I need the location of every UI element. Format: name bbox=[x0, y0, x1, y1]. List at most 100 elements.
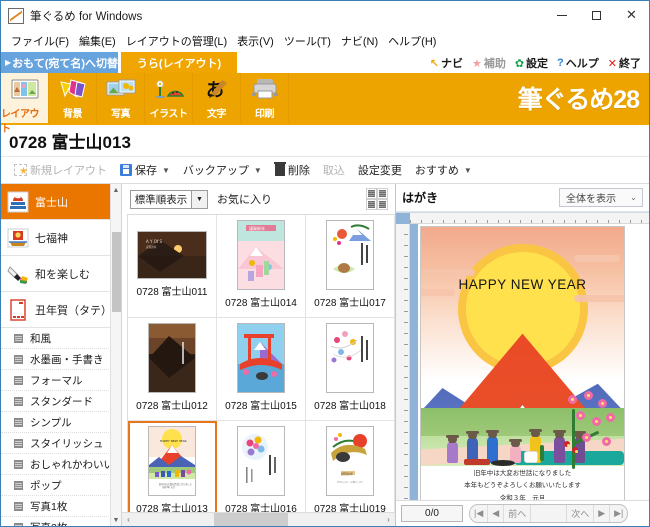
ribbon-tab-illustration[interactable]: イラスト bbox=[145, 73, 193, 123]
save-button[interactable]: 保存 ▼ bbox=[115, 160, 175, 180]
delete-button[interactable]: 削除 bbox=[270, 160, 315, 180]
scroll-up-icon[interactable]: ▲ bbox=[111, 184, 121, 196]
page-navigation-bar: 0/0 |◀ ◀ 前へ 次へ ▶ ▶| bbox=[396, 500, 649, 526]
preview-canvas[interactable]: HAPPY NEW YEAR 旧年中は大変お世話になりました 本年もどうぞよろし… bbox=[396, 212, 649, 500]
ribbon-tab-photo[interactable]: 写真 bbox=[97, 73, 145, 123]
sidebar-sub-standard[interactable]: スタンダード bbox=[1, 391, 121, 412]
favorites-link[interactable]: お気に入り bbox=[217, 191, 272, 207]
chevron-down-icon[interactable]: ⌄ bbox=[625, 193, 642, 202]
menu-layout-manage[interactable]: レイアウトの管理(L) bbox=[121, 31, 232, 51]
sidebar-sub-label: 写真1枚 bbox=[30, 500, 68, 513]
canvas-left-rail bbox=[410, 224, 418, 500]
thumbnail-cell[interactable]: A Y Of S 謹賀新年 0728 富士山011 bbox=[128, 215, 217, 318]
next-page-arrow-icon[interactable]: ▶ bbox=[594, 505, 611, 522]
sort-order-select[interactable]: 標準順表示 ▼ bbox=[130, 189, 208, 209]
sidebar-sub-label: おしゃれかわいい bbox=[30, 458, 114, 471]
sidebar-sub-photo1[interactable]: 写真1枚 bbox=[1, 496, 121, 517]
chevron-down-icon[interactable]: ▼ bbox=[162, 166, 170, 175]
page-nav-group: |◀ ◀ 前へ 次へ ▶ ▶| bbox=[469, 504, 629, 523]
navi-button[interactable]: ↖ ナビ bbox=[430, 55, 463, 71]
sidebar-item-fuji[interactable]: 富士山 bbox=[1, 184, 121, 220]
zoom-select[interactable]: 全体を表示 ⌄ bbox=[559, 188, 643, 207]
new-layout-button[interactable]: ★ 新規レイアウト bbox=[9, 160, 112, 180]
preview-header: はがき 全体を表示 ⌄ bbox=[396, 184, 649, 212]
sidebar-sub-wafu[interactable]: 和風 bbox=[1, 328, 121, 349]
sidebar-sub-stylish[interactable]: スタイリッシュ bbox=[1, 433, 121, 454]
backup-button[interactable]: バックアップ ▼ bbox=[178, 160, 267, 180]
thumbnail-image: HAPPY NEW YEAR 旧年中は大変お世話になりました 令和3年 元旦 bbox=[148, 426, 196, 496]
vertical-ruler bbox=[396, 224, 410, 500]
ribbon-tab-text[interactable]: あ 文字 bbox=[193, 73, 241, 123]
printer-icon bbox=[250, 76, 280, 104]
import-button[interactable]: 取込 bbox=[318, 160, 350, 180]
ribbon-tab-illustration-label: イラスト bbox=[149, 109, 188, 120]
postcard-preview[interactable]: HAPPY NEW YEAR 旧年中は大変お世話になりました 本年もどうぞよろし… bbox=[420, 226, 625, 500]
sidebar-item-shichifukujin[interactable]: 七福神 bbox=[1, 220, 121, 256]
scroll-left-icon[interactable]: ‹ bbox=[122, 515, 135, 524]
sidebar-scrollbar[interactable]: ▲ ▼ bbox=[110, 184, 121, 526]
chevron-down-icon[interactable]: ▼ bbox=[464, 166, 472, 175]
gallery-scroll-thumb[interactable] bbox=[214, 513, 289, 526]
gallery-horizontal-scrollbar[interactable]: ‹ › bbox=[122, 512, 395, 526]
tab-ura-layout[interactable]: うら(レイアウト) bbox=[121, 52, 237, 73]
cursor-icon: ↖ bbox=[429, 57, 439, 70]
menu-edit[interactable]: 編集(E) bbox=[74, 31, 121, 51]
sidebar-item-wa-tanoshimu[interactable]: 和を楽しむ bbox=[1, 256, 121, 292]
grid-view-icon[interactable] bbox=[366, 188, 388, 210]
thumbnail-cell[interactable]: 0728 富士山018 bbox=[306, 318, 395, 421]
tab-omote-atena[interactable]: ▶ おもて(宛て名)へ切替 bbox=[1, 52, 118, 73]
blossom bbox=[575, 410, 585, 420]
thumbnail-cell[interactable]: 0728 富士山012 bbox=[128, 318, 217, 421]
ribbon-tab-layout[interactable]: レイアウト bbox=[1, 73, 49, 135]
last-page-button[interactable]: ▶| bbox=[610, 505, 627, 522]
menu-file[interactable]: ファイル(F) bbox=[6, 31, 74, 51]
thumbnail-cell-selected[interactable]: HAPPY NEW YEAR 旧年中は大変お世話になりました 令和3年 元旦 0… bbox=[128, 421, 217, 512]
menu-navi[interactable]: ナビ(N) bbox=[336, 31, 383, 51]
scroll-right-icon[interactable]: › bbox=[382, 515, 395, 524]
menu-view[interactable]: 表示(V) bbox=[232, 31, 279, 51]
minimize-button[interactable] bbox=[544, 1, 579, 30]
sidebar-sub-label: フォーマル bbox=[30, 374, 83, 387]
ribbon-tab-print[interactable]: 印刷 bbox=[241, 73, 289, 123]
maximize-button[interactable] bbox=[579, 1, 614, 30]
prev-page-arrow-icon[interactable]: ◀ bbox=[488, 505, 505, 522]
chevron-down-icon[interactable]: ▼ bbox=[191, 190, 207, 208]
menu-help[interactable]: ヘルプ(H) bbox=[383, 31, 441, 51]
help-button[interactable]: ? ヘルプ bbox=[557, 55, 599, 71]
thumbnail-label: 0728 富士山018 bbox=[314, 401, 386, 412]
sidebar-sub-simple[interactable]: シンプル bbox=[1, 412, 121, 433]
sidebar-sub-formal[interactable]: フォーマル bbox=[1, 370, 121, 391]
chevron-down-icon[interactable]: ▼ bbox=[254, 166, 262, 175]
thumbnail-cell[interactable]: 0728 富士山015 bbox=[217, 318, 306, 421]
swatch-icon bbox=[14, 438, 23, 448]
background-shapes-icon bbox=[58, 76, 88, 104]
exit-button[interactable]: ✕ 終了 bbox=[608, 55, 641, 71]
first-page-button[interactable]: |◀ bbox=[470, 505, 489, 522]
document-title: 0728 富士山013 bbox=[1, 125, 649, 157]
thumbnail-cell[interactable]: 0728 富士山016 bbox=[217, 421, 306, 512]
backup-label: バックアップ bbox=[182, 165, 249, 177]
sidebar-sub-pop[interactable]: ポップ bbox=[1, 475, 121, 496]
thumbnail-cell[interactable]: 謹賀新年 0728 富士山014 bbox=[217, 215, 306, 318]
sidebar-scroll-thumb[interactable] bbox=[112, 232, 121, 312]
sidebar-item-ushi-tate[interactable]: 丑年賀（タテ） bbox=[1, 292, 121, 328]
thumbnail-cell[interactable]: 0728 富士山017 bbox=[306, 215, 395, 318]
ribbon-tab-background[interactable]: 背景 bbox=[49, 73, 97, 123]
thumbnail-image bbox=[326, 220, 374, 290]
scroll-down-icon[interactable]: ▼ bbox=[111, 514, 121, 526]
sidebar-sub-photo2[interactable]: 写真2枚 bbox=[1, 517, 121, 526]
recommend-button[interactable]: おすすめ ▼ bbox=[410, 160, 477, 180]
next-page-button[interactable]: 次へ bbox=[567, 505, 595, 522]
gallery-scroll-track[interactable] bbox=[135, 513, 382, 526]
thumbnail-image: 謹賀新年 本年もよろしくお願いします bbox=[326, 426, 374, 496]
menu-tools[interactable]: ツール(T) bbox=[279, 31, 336, 51]
assist-button[interactable]: ★ 補助 bbox=[472, 55, 506, 71]
prev-page-button[interactable]: 前へ bbox=[504, 505, 532, 522]
thumbnail-cell[interactable]: 謹賀新年 本年もよろしくお願いします 0728 富士山019 bbox=[306, 421, 395, 512]
close-button[interactable]: ✕ bbox=[614, 1, 649, 30]
sidebar-sub-oshare-kawaii[interactable]: おしゃれかわいい bbox=[1, 454, 121, 475]
sort-order-value: 標準順表示 bbox=[134, 193, 188, 206]
change-settings-button[interactable]: 設定変更 bbox=[353, 160, 407, 180]
settings-button[interactable]: ✿ 設定 bbox=[515, 55, 548, 71]
sidebar-sub-suibokuga[interactable]: 水墨画・手書き bbox=[1, 349, 121, 370]
